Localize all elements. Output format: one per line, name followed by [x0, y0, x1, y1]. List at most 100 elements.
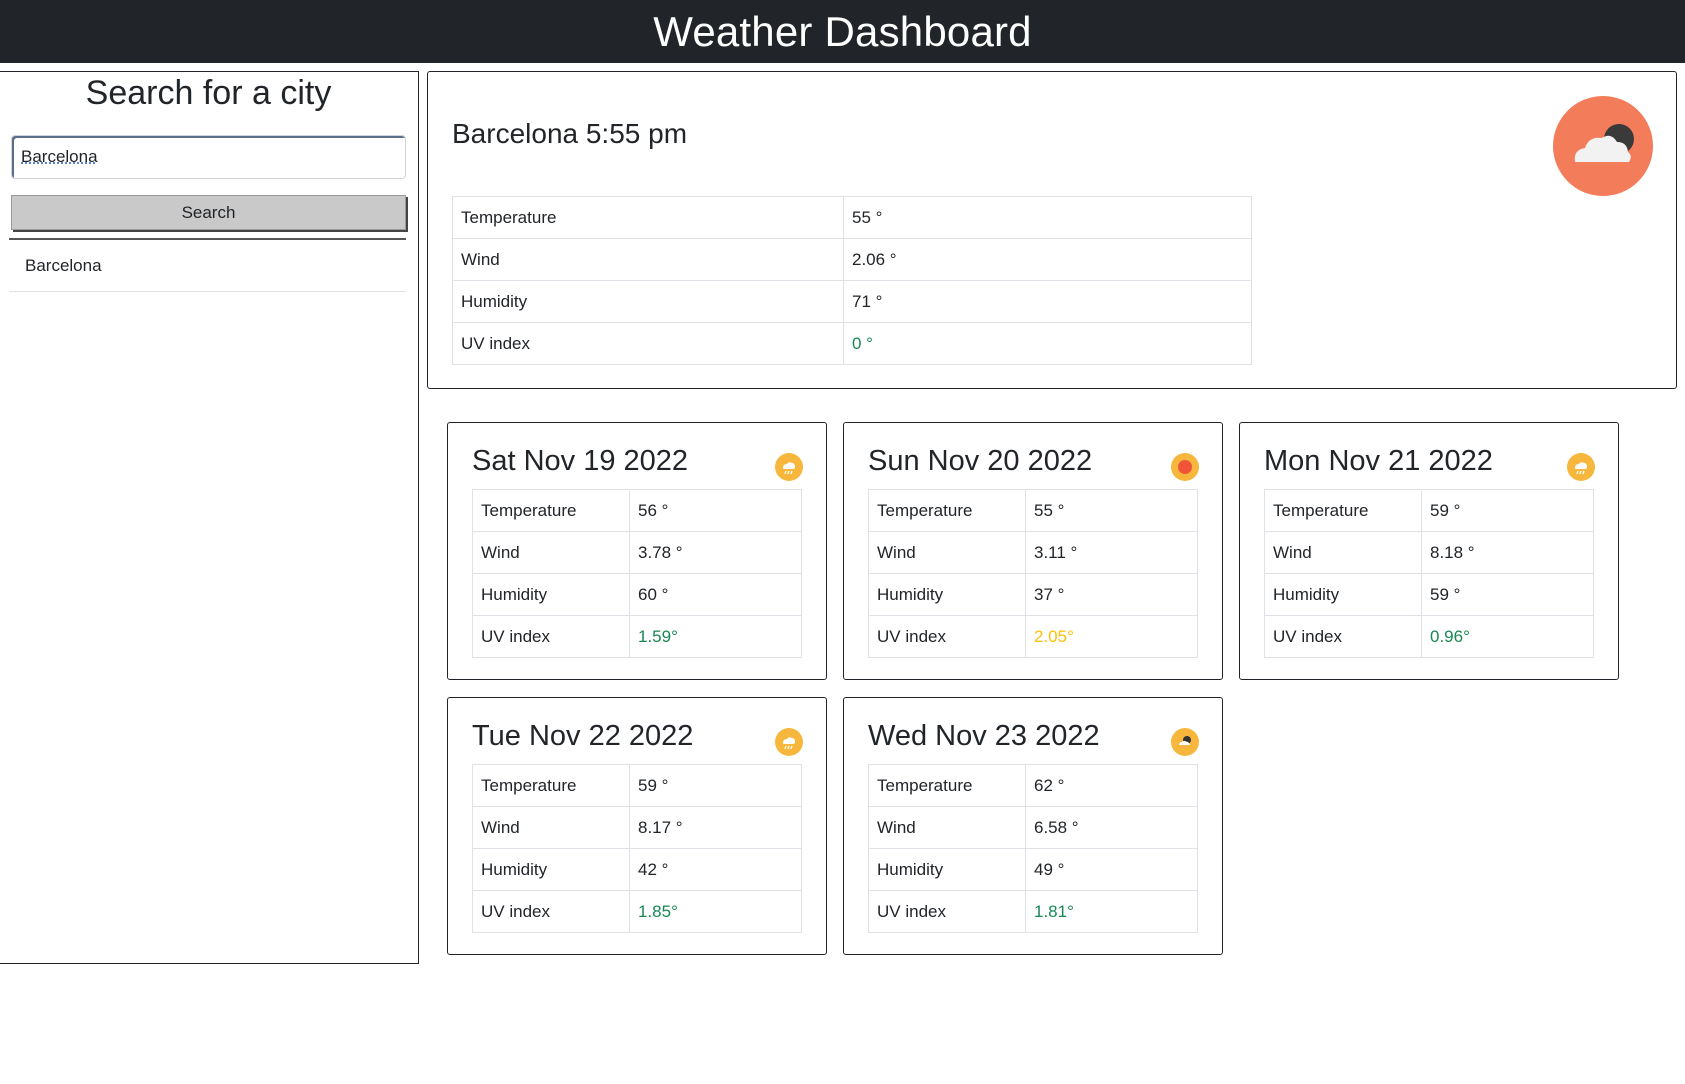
forecast-table: Temperature 55 ° Wind 3.11 ° Humidity 37 ° …: [868, 489, 1198, 658]
humidity-label: Humidity: [868, 848, 1026, 891]
rain-icon: [1567, 453, 1595, 481]
search-heading: Search for a city: [85, 74, 332, 112]
wind-label: Wind: [1264, 531, 1422, 574]
uv-index-value: 2.05°: [1025, 615, 1198, 658]
uv-index-label: UV index: [868, 615, 1026, 658]
uv-index-value: 0.96°: [1421, 615, 1594, 658]
wind-value: 3.11 °: [1025, 531, 1198, 574]
forecast-date: Sat Nov 19 2022: [472, 445, 689, 477]
uv-index-value: 1.59°: [629, 615, 802, 658]
table-row: UV index 0.96°: [1264, 615, 1594, 658]
humidity-value: 49 °: [1025, 848, 1198, 891]
temperature-value: 55 °: [843, 196, 1252, 239]
humidity-label: Humidity: [472, 573, 630, 616]
current-weather-table: Temperature 55 ° Wind 2.06 ° Humidity 71…: [452, 196, 1252, 365]
app-title: Weather Dashboard: [653, 7, 1032, 55]
forecast-table: Temperature 62 ° Wind 6.58 ° Humidity 49 ° …: [868, 764, 1198, 933]
forecast-date: Tue Nov 22 2022: [472, 720, 694, 752]
table-row: Temperature 56 °: [472, 489, 802, 532]
table-row: Humidity 42 °: [472, 848, 802, 891]
forecast-card: Sat Nov 19 2022 Temperature 56 ° Wind 3.78…: [447, 422, 827, 680]
table-row: Humidity 60 °: [472, 573, 802, 616]
humidity-value: 71 °: [843, 280, 1252, 323]
humidity-label: Humidity: [452, 280, 844, 323]
table-row: Wind 3.11 °: [868, 531, 1198, 574]
table-row: Wind 3.78 °: [472, 531, 802, 574]
forecast-date: Mon Nov 21 2022: [1264, 445, 1493, 477]
forecast-card: Wed Nov 23 2022 Temperature 62 ° Wind 6.58…: [843, 697, 1223, 955]
history-item-barcelona[interactable]: Barcelona: [9, 240, 406, 292]
wind-value: 6.58 °: [1025, 806, 1198, 849]
table-row: Temperature 55 °: [868, 489, 1198, 532]
table-row: Humidity 71 °: [452, 280, 1252, 323]
table-row: UV index 1.85°: [472, 890, 802, 933]
uv-index-label: UV index: [452, 322, 844, 365]
humidity-label: Humidity: [868, 573, 1026, 616]
table-row: UV index 2.05°: [868, 615, 1198, 658]
forecast-date: Sun Nov 20 2022: [868, 445, 1093, 477]
wind-label: Wind: [868, 806, 1026, 849]
forecast-card: Mon Nov 21 2022 Temperature 59 ° Wind 8.18…: [1239, 422, 1619, 680]
table-row: Wind 8.18 °: [1264, 531, 1594, 574]
table-row: Humidity 59 °: [1264, 573, 1594, 616]
wind-label: Wind: [452, 238, 844, 281]
wind-value: 2.06 °: [843, 238, 1252, 281]
table-row: Temperature 59 °: [1264, 489, 1594, 532]
temperature-value: 59 °: [1421, 489, 1594, 532]
forecast-card: Tue Nov 22 2022 Temperature 59 ° Wind 8.17…: [447, 697, 827, 955]
wind-label: Wind: [472, 531, 630, 574]
current-city-time: Barcelona 5:55 pm: [452, 118, 688, 149]
temperature-label: Temperature: [1264, 489, 1422, 532]
temperature-value: 55 °: [1025, 489, 1198, 532]
temperature-label: Temperature: [868, 764, 1026, 807]
uv-index-label: UV index: [868, 890, 1026, 933]
temperature-value: 59 °: [629, 764, 802, 807]
wind-value: 8.18 °: [1421, 531, 1594, 574]
wind-label: Wind: [868, 531, 1026, 574]
table-row: Wind 6.58 °: [868, 806, 1198, 849]
rain-icon: [775, 453, 803, 481]
forecast-table: Temperature 59 ° Wind 8.18 ° Humidity 59 ° …: [1264, 489, 1594, 658]
table-row: UV index 1.81°: [868, 890, 1198, 933]
wind-value: 8.17 °: [629, 806, 802, 849]
city-search-input[interactable]: Barcelona: [11, 135, 406, 179]
table-row: UV index 1.59°: [472, 615, 802, 658]
temperature-value: 56 °: [629, 489, 802, 532]
temperature-label: Temperature: [472, 489, 630, 532]
rain-icon: [775, 728, 803, 756]
temperature-label: Temperature: [452, 196, 844, 239]
uv-index-value: 0 °: [843, 322, 1252, 365]
humidity-value: 60 °: [629, 573, 802, 616]
table-row: Wind 2.06 °: [452, 238, 1252, 281]
table-row: Temperature 59 °: [472, 764, 802, 807]
wind-label: Wind: [472, 806, 630, 849]
table-row: Humidity 37 °: [868, 573, 1198, 616]
forecast-table: Temperature 56 ° Wind 3.78 ° Humidity 60 ° …: [472, 489, 802, 658]
app-header: Weather Dashboard: [0, 0, 1685, 63]
forecast-card: Sun Nov 20 2022 Temperature 55 ° Wind 3.11…: [843, 422, 1223, 680]
humidity-label: Humidity: [472, 848, 630, 891]
humidity-label: Humidity: [1264, 573, 1422, 616]
search-button[interactable]: Search: [11, 195, 406, 230]
humidity-value: 37 °: [1025, 573, 1198, 616]
temperature-label: Temperature: [472, 764, 630, 807]
table-row: UV index 0 °: [452, 322, 1252, 365]
sun-icon: [1171, 453, 1199, 481]
table-row: Wind 8.17 °: [472, 806, 802, 849]
cloud-moon-icon: [1171, 728, 1199, 756]
table-row: Temperature 62 °: [868, 764, 1198, 807]
current-weather-card: Barcelona 5:55 pm Temperature 55 ° Wind …: [427, 71, 1677, 389]
temperature-value: 62 °: [1025, 764, 1198, 807]
search-input-value: Barcelona: [21, 147, 98, 166]
cloud-moon-icon: [1553, 96, 1653, 196]
search-sidebar: Search for a city Barcelona Search Barce…: [0, 71, 419, 964]
uv-index-value: 1.81°: [1025, 890, 1198, 933]
forecast-date: Wed Nov 23 2022: [868, 720, 1100, 752]
uv-index-label: UV index: [472, 615, 630, 658]
wind-value: 3.78 °: [629, 531, 802, 574]
temperature-label: Temperature: [868, 489, 1026, 532]
uv-index-label: UV index: [1264, 615, 1422, 658]
uv-index-value: 1.85°: [629, 890, 802, 933]
table-row: Temperature 55 °: [452, 196, 1252, 239]
humidity-value: 42 °: [629, 848, 802, 891]
